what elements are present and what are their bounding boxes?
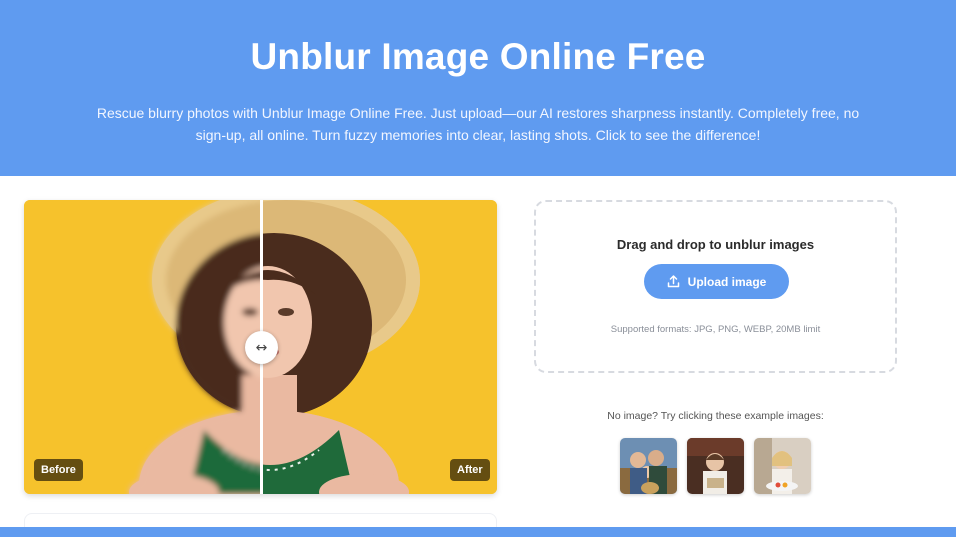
example-image-family[interactable] bbox=[620, 438, 677, 494]
upload-dropzone[interactable]: Drag and drop to unblur images Upload im… bbox=[534, 200, 897, 373]
upload-icon bbox=[667, 275, 680, 288]
hero-banner: Unblur Image Online Free Rescue blurry p… bbox=[0, 0, 956, 176]
before-after-comparison[interactable]: ↔ Before After bbox=[24, 200, 497, 494]
upload-button-label: Upload image bbox=[687, 274, 767, 289]
page-description: Rescue blurry photos with Unblur Image O… bbox=[96, 105, 860, 143]
dropzone-title: Drag and drop to unblur images bbox=[616, 237, 815, 252]
examples-label: No image? Try clicking these example ima… bbox=[607, 410, 824, 422]
supported-formats-note: Supported formats: JPG, PNG, WEBP, 20MB … bbox=[610, 324, 821, 335]
example-image-girl-eating[interactable] bbox=[754, 438, 811, 494]
before-label: Before bbox=[34, 459, 83, 481]
page-title: Unblur Image Online Free bbox=[250, 36, 706, 77]
upload-image-button[interactable]: Upload image bbox=[644, 264, 789, 299]
footer-band bbox=[0, 527, 956, 537]
example-image-boy-reading[interactable] bbox=[687, 438, 744, 494]
after-label: After bbox=[450, 459, 490, 481]
comparison-slider-handle[interactable]: ↔ bbox=[245, 331, 278, 364]
